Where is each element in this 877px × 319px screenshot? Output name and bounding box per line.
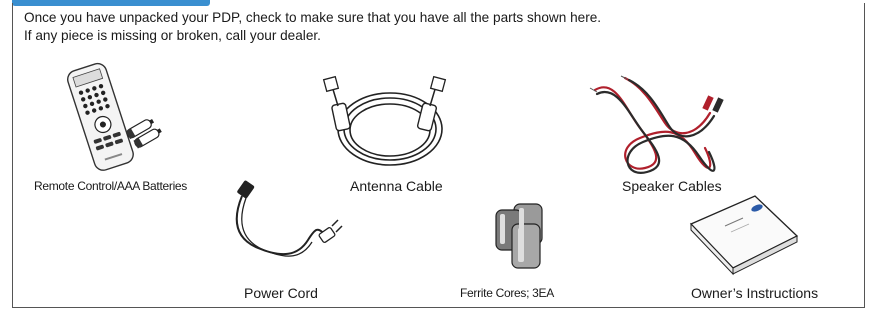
antenna-cable-image	[322, 75, 447, 166]
intro-line-1: Once you have unpacked your PDP, check t…	[24, 10, 602, 25]
owners-instructions-label: Owner’s Instructions	[691, 285, 819, 301]
ferrite-cores-image	[495, 203, 543, 269]
owners-instructions-image	[689, 195, 799, 276]
remote-control-image	[67, 62, 162, 171]
ferrite-cores-label: Ferrite Cores; 3EA	[460, 286, 554, 300]
power-cord-image	[235, 180, 343, 257]
remote-control-label: Remote Control/AAA Batteries	[34, 179, 188, 193]
speaker-cables-image	[589, 75, 724, 174]
intro-text: Once you have unpacked your PDP, check t…	[24, 9, 601, 45]
power-cord-label: Power Cord	[244, 285, 318, 301]
antenna-cable-label: Antenna Cable	[350, 178, 443, 194]
intro-line-2: If any piece is missing or broken, call …	[24, 28, 321, 43]
